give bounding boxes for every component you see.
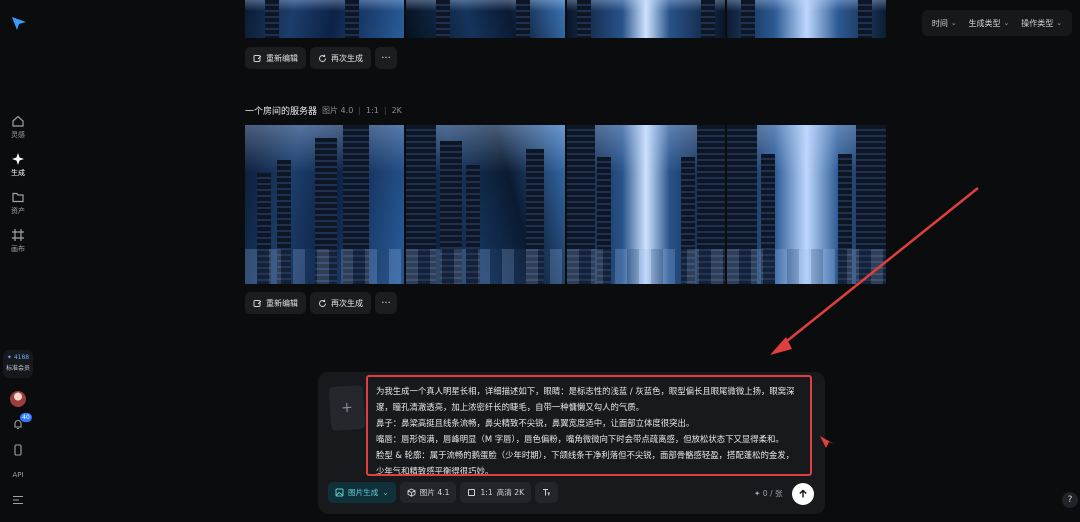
sidebar-item-canvas[interactable]: 画布 [0, 228, 36, 254]
chevron-down-icon: ⌄ [950, 19, 957, 27]
filter-label: 操作类型 [1021, 18, 1054, 28]
sparkle-icon [12, 153, 24, 165]
arrow-up-icon [799, 489, 807, 498]
model-version: 图片 4.0 [322, 106, 354, 115]
image-icon [335, 488, 344, 497]
sidebar-item-label: 资产 [11, 207, 25, 215]
generated-image[interactable] [566, 125, 726, 284]
aspect-ratio: 1:1 [365, 106, 379, 115]
sidebar-item-label: 灵感 [11, 131, 25, 139]
credits-count: ✦ 4188 [6, 354, 30, 361]
sidebar-item-inspiration[interactable]: 灵感 [0, 114, 36, 140]
model-select[interactable]: 图片 4.1 [399, 482, 457, 503]
filter-label: 时间 [931, 18, 948, 28]
generated-image[interactable] [245, 125, 404, 284]
generated-image[interactable] [727, 0, 886, 38]
sidebar-item-label: 生成 [11, 169, 25, 177]
sidebar: 灵感 生成 资产 画布 ✦ 4188 标准会员 40 API [0, 0, 36, 522]
avatar[interactable] [10, 391, 26, 407]
chevron-down-icon: ⌄ [382, 488, 389, 497]
reedit-button[interactable]: 重新编辑 [245, 292, 306, 314]
sidebar-item-assets[interactable]: 资产 [0, 190, 36, 216]
ratio-label: 1:1 [480, 488, 493, 497]
edit-icon [253, 54, 262, 62]
regenerate-label: 再次生成 [331, 298, 363, 308]
cost-counter: ✦ 0 / 张 [754, 489, 783, 498]
composer-toolbar: 图片生成 ⌄ 图片 4.1 1:1 高清 2K [328, 482, 559, 503]
notification-badge: 40 [20, 413, 32, 422]
generation-mode-select[interactable]: 图片生成 ⌄ [328, 482, 396, 503]
reedit-label: 重新编辑 [266, 53, 298, 63]
generation-mode-label: 图片生成 [348, 488, 379, 497]
generated-image[interactable] [245, 0, 404, 38]
membership-tier: 标准会员 [5, 365, 30, 372]
logo-icon[interactable] [10, 14, 28, 32]
sidebar-item-generate[interactable]: 生成 [0, 152, 36, 178]
more-button[interactable]: ··· [375, 47, 397, 69]
model-label: 图片 4.1 [419, 488, 450, 497]
regenerate-button[interactable]: 再次生成 [310, 292, 371, 314]
membership-badge[interactable]: ✦ 4188 标准会员 [3, 350, 33, 378]
resolution: 2K [391, 106, 402, 115]
prompt-line: 为我生成一个真人明星长相，详细描述如下，眼睛：是标志性的浅蓝 / 灰蓝色，眼型偏… [376, 386, 795, 412]
phone-icon[interactable] [12, 444, 24, 456]
filter-operation-type[interactable]: 操作类型 ⌄ [1021, 18, 1062, 29]
separator: | [358, 106, 361, 115]
filter-time[interactable]: 时间 ⌄ [932, 18, 957, 29]
prompt-title: 一个房间的服务器 [245, 107, 318, 117]
reedit-label: 重新编辑 [266, 298, 298, 308]
filter-generation-type[interactable]: 生成类型 ⌄ [969, 18, 1010, 29]
prompt-line: 嘴唇：唇形饱满，唇峰明显（M 字唇），唇色偏粉，嘴角微微向下时会带点疏离感，但放… [376, 434, 784, 444]
chevron-down-icon: ⌄ [1003, 19, 1010, 27]
filter-bar: 时间 ⌄ 生成类型 ⌄ 操作类型 ⌄ [922, 10, 1072, 36]
generated-image[interactable] [405, 0, 565, 38]
sidebar-item-label: 画布 [11, 245, 25, 253]
prompt-line: 脸型 & 轮廓：属于流畅的鹅蛋脸（少年时期），下颌线条干净利落但不尖锐，面部骨骼… [376, 450, 795, 476]
generated-image[interactable] [727, 125, 886, 284]
regenerate-label: 再次生成 [331, 53, 363, 63]
prompt-input[interactable]: 为我生成一个真人明星长相，详细描述如下，眼睛：是标志性的浅蓝 / 灰蓝色，眼型偏… [366, 375, 812, 476]
filter-label: 生成类型 [968, 18, 1001, 28]
api-link[interactable]: API [0, 471, 36, 479]
text-format-icon [543, 489, 551, 496]
separator: | [383, 106, 387, 115]
edit-icon [253, 299, 262, 307]
text-style-button[interactable] [535, 482, 559, 503]
prompt-line: 鼻子：鼻梁高挺且线条流畅，鼻尖精致不尖锐，鼻翼宽度适中，让面部立体度很突出。 [376, 418, 695, 428]
ratio-quality-select[interactable]: 1:1 高清 2K [460, 482, 532, 503]
menu-icon[interactable] [12, 495, 24, 505]
generated-image-row [245, 125, 886, 284]
add-reference-image-button[interactable]: + [328, 384, 366, 432]
canvas-icon [12, 229, 24, 241]
help-button[interactable]: ? [1062, 492, 1078, 508]
quality-label: 高清 2K [496, 488, 525, 497]
more-button[interactable]: ··· [375, 292, 397, 314]
send-button[interactable] [792, 483, 814, 505]
aspect-ratio-icon [468, 489, 476, 496]
chevron-down-icon: ⌄ [1056, 19, 1063, 27]
previous-image-row [245, 0, 886, 38]
refresh-icon [319, 299, 327, 307]
folder-icon [12, 192, 24, 203]
refresh-icon [319, 54, 327, 62]
image-actions: 重新编辑 再次生成 ··· [245, 292, 397, 314]
prompt-composer: + 为我生成一个真人明星长相，详细描述如下，眼睛：是标志性的浅蓝 / 灰蓝色，眼… [318, 372, 825, 514]
regenerate-button[interactable]: 再次生成 [310, 47, 371, 69]
generated-image[interactable] [405, 125, 565, 284]
reedit-button[interactable]: 重新编辑 [245, 47, 306, 69]
generation-header: 一个房间的服务器 图片 4.0 | 1:1 | 2K [245, 104, 402, 117]
home-icon [12, 115, 24, 127]
generated-image[interactable] [566, 0, 726, 38]
cube-icon [407, 488, 416, 497]
image-actions-top: 重新编辑 再次生成 ··· [245, 47, 397, 69]
